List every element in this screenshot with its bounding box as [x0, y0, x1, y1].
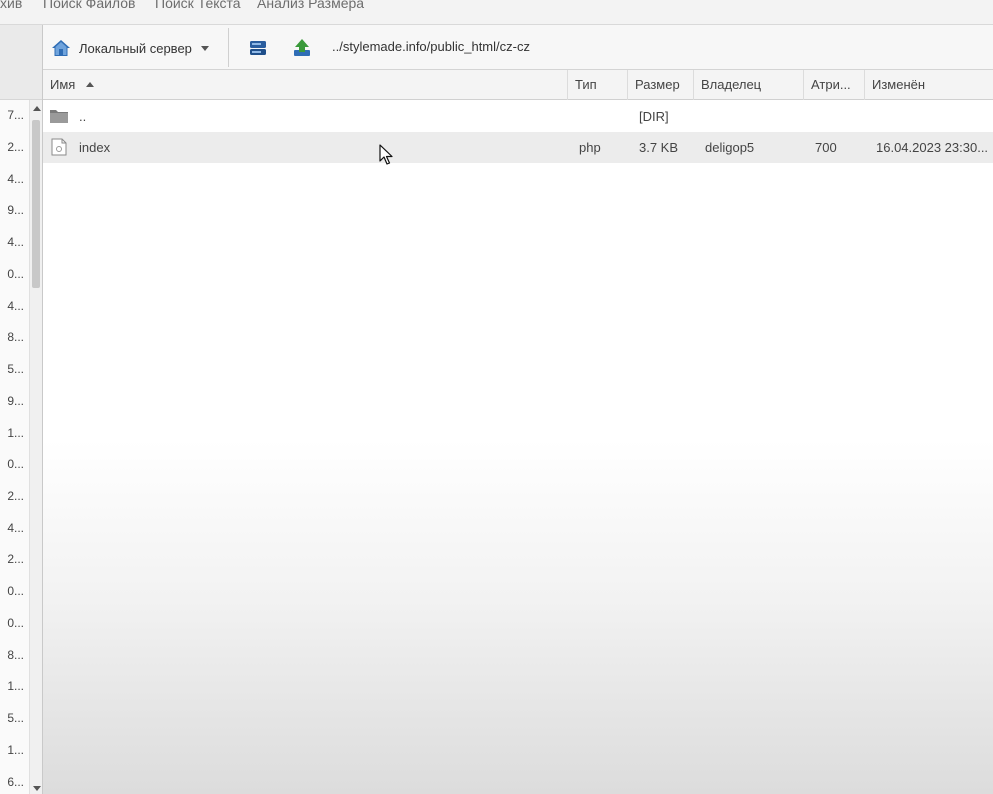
- left-panel-item[interactable]: 8...: [0, 330, 24, 344]
- left-panel-item[interactable]: 1...: [0, 426, 24, 440]
- top-menu-bar: хив Поиск Файлов Поиск Текста Анализ Раз…: [0, 0, 993, 25]
- left-panel-header: [0, 25, 42, 100]
- sort-ascending-icon: [86, 82, 95, 87]
- scroll-down-icon[interactable]: [33, 786, 41, 791]
- left-panel-scrollbar[interactable]: [29, 100, 42, 794]
- row-size: [DIR]: [639, 109, 669, 124]
- menu-item-text-search[interactable]: Поиск Текста: [155, 0, 241, 11]
- column-type-label: Тип: [575, 77, 597, 92]
- left-panel-item[interactable]: 0...: [0, 616, 24, 630]
- column-header-type[interactable]: Тип: [568, 70, 628, 100]
- left-panel-item[interactable]: 2...: [0, 552, 24, 566]
- scroll-up-icon[interactable]: [33, 106, 41, 111]
- column-header-modified[interactable]: Изменён: [865, 70, 993, 100]
- row-name: ..: [79, 109, 87, 124]
- left-panel-item[interactable]: 4...: [0, 172, 24, 186]
- left-panel-item[interactable]: 2...: [0, 489, 24, 503]
- toolbar: Локальный сервер ../stylemade.info/publi…: [43, 25, 993, 70]
- file-grid-header: Имя Тип Размер Владелец Атри... Изменён: [43, 70, 993, 100]
- left-panel-item[interactable]: 7...: [0, 108, 24, 122]
- current-path[interactable]: ../stylemade.info/public_html/cz-cz: [332, 39, 530, 54]
- left-panel-item[interactable]: 9...: [0, 203, 24, 217]
- toolbar-divider: [228, 28, 229, 67]
- left-panel-item[interactable]: 5...: [0, 711, 24, 725]
- row-name: index: [79, 140, 111, 155]
- column-attr-label: Атри...: [811, 77, 851, 92]
- table-row-parent-dir[interactable]: .. [DIR]: [43, 101, 993, 132]
- left-panel-item[interactable]: 1...: [0, 679, 24, 693]
- server-select-button[interactable]: Локальный сервер: [51, 36, 223, 60]
- folder-icon: [50, 110, 68, 123]
- left-panel-item[interactable]: 5...: [0, 362, 24, 376]
- left-panel-item[interactable]: 9...: [0, 394, 24, 408]
- column-header-owner[interactable]: Владелец: [694, 70, 804, 100]
- column-owner-label: Владелец: [701, 77, 762, 92]
- empty-list-area: [43, 440, 993, 794]
- left-panel-item[interactable]: 4...: [0, 235, 24, 249]
- chevron-down-icon: [200, 45, 209, 51]
- left-panel-item[interactable]: 4...: [0, 521, 24, 535]
- column-header-name[interactable]: Имя: [43, 70, 568, 100]
- left-panel-item[interactable]: 4...: [0, 299, 24, 313]
- home-icon: [52, 40, 70, 56]
- left-panel: 7... 2... 4... 9... 4... 0... 4... 8... …: [0, 25, 43, 794]
- menu-item-file-search[interactable]: Поиск Файлов: [43, 0, 135, 11]
- server-label: Локальный сервер: [79, 40, 192, 56]
- upload-icon[interactable]: [292, 38, 312, 58]
- column-header-size[interactable]: Размер: [628, 70, 694, 100]
- left-panel-item[interactable]: 8...: [0, 648, 24, 662]
- menu-item-size-analysis[interactable]: Анализ Размера: [257, 0, 364, 11]
- menu-item-archive[interactable]: хив: [0, 0, 22, 11]
- row-size: 3.7 KB: [639, 140, 679, 155]
- column-name-label: Имя: [50, 77, 76, 92]
- left-panel-item[interactable]: 1...: [0, 743, 24, 757]
- left-panel-item[interactable]: 0...: [0, 457, 24, 471]
- row-attributes: 700: [815, 140, 837, 155]
- left-panel-item[interactable]: 0...: [0, 267, 24, 281]
- table-row-index[interactable]: index php 3.7 KB deligop5 700 16.04.2023…: [43, 132, 993, 163]
- mouse-cursor-icon: [379, 144, 393, 165]
- server-icon[interactable]: [248, 38, 268, 58]
- left-panel-item[interactable]: 6...: [0, 775, 24, 789]
- column-header-attributes[interactable]: Атри...: [804, 70, 865, 100]
- row-modified: 16.04.2023 23:30...: [876, 140, 989, 155]
- php-file-icon: [51, 138, 67, 156]
- left-panel-item[interactable]: 0...: [0, 584, 24, 598]
- column-size-label: Размер: [635, 77, 680, 92]
- row-type: php: [579, 140, 601, 155]
- row-owner: deligop5: [705, 140, 755, 155]
- column-modified-label: Изменён: [872, 77, 926, 92]
- left-panel-item[interactable]: 2...: [0, 140, 24, 154]
- scrollbar-thumb[interactable]: [32, 120, 40, 288]
